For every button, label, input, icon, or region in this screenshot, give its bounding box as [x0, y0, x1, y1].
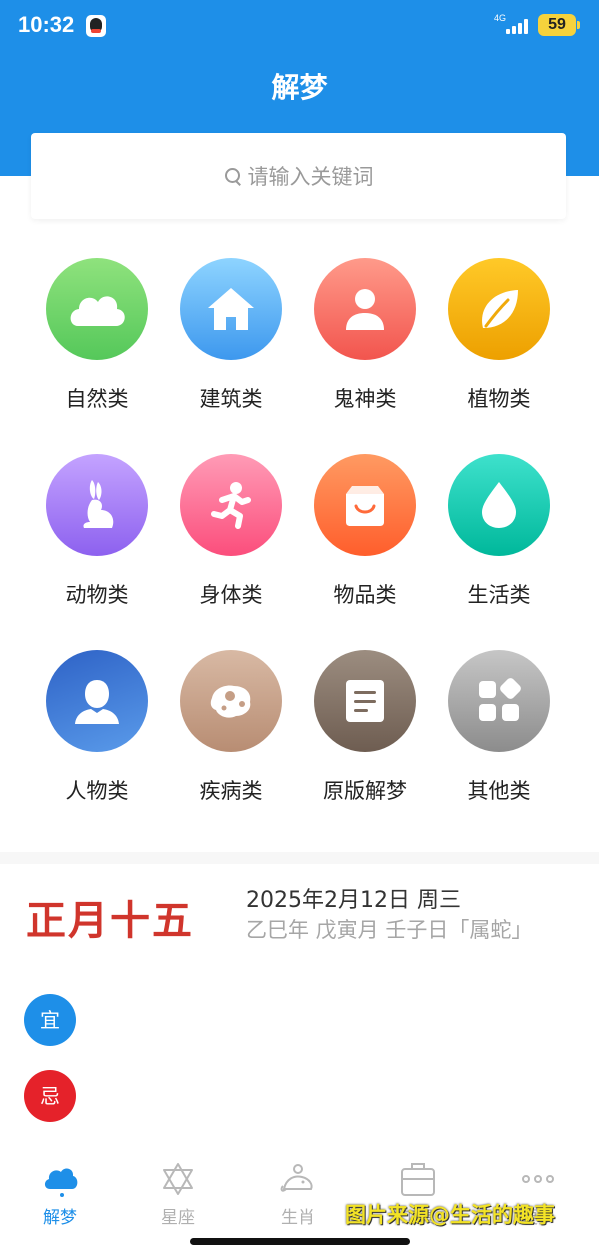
- tab-constellation[interactable]: 星座: [118, 1145, 238, 1235]
- category-original-dream[interactable]: 原版解梦: [298, 650, 432, 805]
- search-placeholder: 请输入关键词: [247, 165, 374, 189]
- category-others[interactable]: 其他类: [432, 650, 566, 805]
- home-indicator[interactable]: [190, 1238, 410, 1245]
- document-icon: [314, 650, 416, 752]
- running-person-icon: [180, 454, 282, 556]
- tab-label: 星座: [161, 1208, 195, 1228]
- tab-dream[interactable]: 解梦: [0, 1145, 120, 1235]
- category-label: 人物类: [65, 779, 129, 803]
- category-label: 其他类: [467, 779, 531, 803]
- user-icon: [46, 650, 148, 752]
- ji-inauspicious-badge: 忌: [24, 1070, 76, 1122]
- water-drop-icon: [448, 454, 550, 556]
- house-icon: [180, 258, 282, 360]
- virus-icon: [180, 650, 282, 752]
- page-title: 解梦: [271, 71, 328, 104]
- zodiac-mouse-icon: [278, 1159, 318, 1199]
- lunar-date: 正月十五: [26, 898, 194, 944]
- star-of-david-icon: [158, 1159, 198, 1199]
- category-label: 物品类: [333, 583, 397, 607]
- person-icon: [314, 258, 416, 360]
- shopping-bag-icon: [314, 454, 416, 556]
- toolbox-icon: [398, 1159, 438, 1199]
- category-body[interactable]: 身体类: [164, 454, 298, 609]
- more-dots-icon: [518, 1159, 558, 1199]
- category-label: 动物类: [65, 583, 129, 607]
- ganzhi-year-info: 乙巳年 戊寅月 壬子日「属蛇」: [246, 918, 533, 942]
- category-label: 身体类: [199, 583, 263, 607]
- yi-auspicious-badge: 宜: [24, 994, 76, 1046]
- solar-date: 2025年2月12日 周三: [246, 888, 461, 913]
- network-type: 4G: [494, 13, 507, 23]
- search-input[interactable]: 请输入关键词: [31, 133, 566, 219]
- section-divider: [0, 852, 599, 864]
- battery-indicator: 59: [538, 14, 580, 36]
- category-label: 自然类: [65, 387, 129, 411]
- category-label: 疾病类: [199, 779, 263, 803]
- tab-label: 生肖: [281, 1208, 315, 1228]
- cloud-icon: [40, 1159, 80, 1199]
- leaf-icon: [448, 258, 550, 360]
- status-time: 10:32: [18, 12, 75, 37]
- category-illness[interactable]: 疾病类: [164, 650, 298, 805]
- image-source-watermark: 图片来源@生活的趣事: [345, 1203, 555, 1227]
- dream-interpretation-screen: 10:32 4G 59 解梦 请输入关键词 自然类 建筑类 鬼神类 植物类 动物…: [0, 0, 599, 1253]
- tab-zodiac[interactable]: 生肖: [238, 1145, 358, 1235]
- category-label: 生活类: [467, 583, 531, 607]
- category-animals[interactable]: 动物类: [30, 454, 164, 609]
- category-architecture[interactable]: 建筑类: [164, 258, 298, 413]
- category-life[interactable]: 生活类: [432, 454, 566, 609]
- apps-icon: [448, 650, 550, 752]
- qq-notification-icon: [86, 15, 106, 37]
- tab-label: 解梦: [43, 1208, 77, 1228]
- category-label: 原版解梦: [323, 779, 407, 803]
- category-objects[interactable]: 物品类: [298, 454, 432, 609]
- category-plants[interactable]: 植物类: [432, 258, 566, 413]
- signal-icon: [506, 18, 532, 34]
- status-bar: 10:32 4G 59: [0, 0, 599, 54]
- cloud-icon: [46, 258, 148, 360]
- rabbit-icon: [46, 454, 148, 556]
- search-icon: [224, 167, 242, 185]
- category-label: 建筑类: [199, 387, 263, 411]
- category-label: 植物类: [467, 387, 531, 411]
- category-ghosts-gods[interactable]: 鬼神类: [298, 258, 432, 413]
- category-people[interactable]: 人物类: [30, 650, 164, 805]
- category-label: 鬼神类: [333, 387, 397, 411]
- category-nature[interactable]: 自然类: [30, 258, 164, 413]
